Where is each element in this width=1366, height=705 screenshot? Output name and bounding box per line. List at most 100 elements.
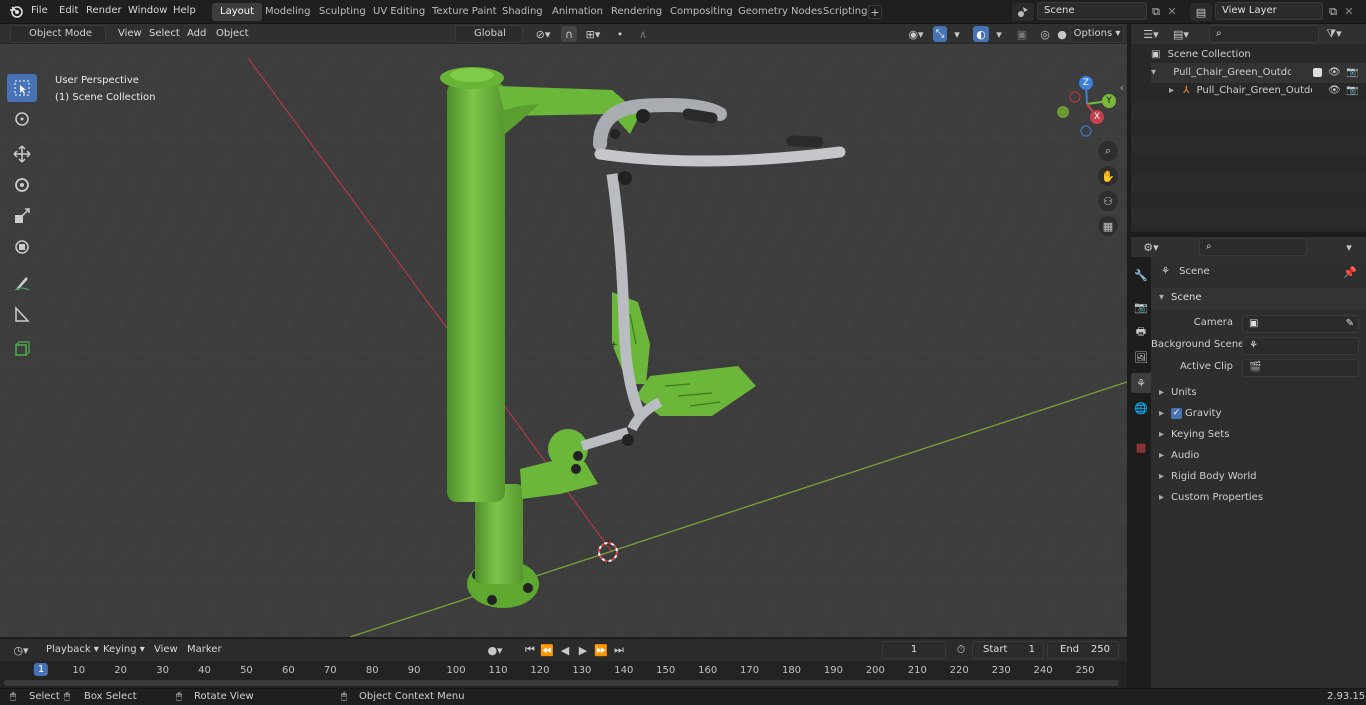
- xray-icon[interactable]: ▣: [1014, 26, 1030, 42]
- falloff-icon[interactable]: ∧: [630, 26, 656, 42]
- tab-modeling[interactable]: Modeling: [257, 3, 319, 21]
- scene-tab-icon[interactable]: ⚘: [1131, 373, 1151, 393]
- properties-options-icon[interactable]: ▾: [1341, 239, 1357, 255]
- view-layer-icon[interactable]: ▤: [1190, 3, 1212, 21]
- copy-view-layer-icon[interactable]: ⧉: [1325, 3, 1341, 20]
- outliner-search-input[interactable]: ⌕: [1209, 25, 1319, 43]
- viewport-menu-add[interactable]: Add: [181, 23, 212, 45]
- scale-tool-icon[interactable]: [7, 202, 37, 230]
- proportional-edit-icon[interactable]: •: [612, 26, 628, 42]
- properties-editor-type-icon[interactable]: ⚙▾: [1139, 239, 1163, 255]
- current-frame-field[interactable]: 1: [882, 641, 946, 659]
- outliner-item-collection[interactable]: ▾ Pull_Chair_Green_Outdoor_Tr 👁 📷: [1151, 63, 1366, 83]
- tab-layout[interactable]: Layout: [212, 3, 262, 21]
- panel-keying-sets[interactable]: ▸ Keying Sets: [1151, 426, 1366, 446]
- visibility-icon[interactable]: ◉▾: [902, 26, 930, 42]
- prev-keyframe-icon[interactable]: ⏪: [539, 642, 555, 658]
- select-box-tool-icon[interactable]: [7, 74, 37, 102]
- exclude-checkbox-icon[interactable]: [1313, 68, 1322, 77]
- pan-hand-icon[interactable]: ✋: [1098, 166, 1118, 186]
- camera-field[interactable]: ▣ ✎: [1242, 315, 1359, 333]
- timeline[interactable]: 1 10 20 30 40 50 60 70 80 90 100 110 120 130 140 150 160…: [0, 661, 1127, 688]
- measure-tool-icon[interactable]: [7, 300, 37, 328]
- play-reverse-icon[interactable]: ◀: [557, 642, 573, 658]
- timeline-editor-type-icon[interactable]: ◷▾: [8, 642, 34, 658]
- tab-uv-editing[interactable]: UV Editing: [365, 3, 433, 21]
- start-frame-field[interactable]: Start 1: [972, 641, 1044, 659]
- panel-gravity[interactable]: ▸ ✓ Gravity: [1151, 405, 1366, 425]
- panel-custom-properties[interactable]: ▸ Custom Properties: [1151, 489, 1366, 509]
- panel-audio[interactable]: ▸ Audio: [1151, 447, 1366, 467]
- tab-animation[interactable]: Animation: [544, 3, 611, 21]
- sidebar-toggle-icon[interactable]: ‹: [1117, 80, 1127, 94]
- panel-rigid-body-world[interactable]: ▸ Rigid Body World: [1151, 468, 1366, 488]
- timeline-menu-marker[interactable]: Marker: [181, 639, 228, 661]
- pin-icon[interactable]: 📌: [1343, 265, 1357, 279]
- menu-render[interactable]: Render: [80, 0, 128, 22]
- 3d-viewport[interactable]: + User Perspective (1) Scene Collection …: [0, 44, 1127, 637]
- perspective-toggle-icon[interactable]: ▦: [1098, 216, 1118, 236]
- gizmo-icon[interactable]: ⤡: [933, 26, 947, 42]
- render-tab-icon[interactable]: 📷: [1133, 299, 1149, 315]
- eye-icon[interactable]: 👁: [1328, 81, 1341, 101]
- mode-dropdown[interactable]: Object Mode: [10, 25, 106, 43]
- cursor-tool-icon[interactable]: [7, 105, 37, 133]
- background-scene-field[interactable]: ⚘: [1242, 337, 1359, 355]
- eye-icon[interactable]: 👁: [1328, 63, 1341, 83]
- output-tab-icon[interactable]: 🖶: [1133, 324, 1149, 340]
- move-tool-icon[interactable]: [7, 140, 37, 168]
- overlay-icon[interactable]: ◐: [973, 26, 989, 42]
- menu-window[interactable]: Window: [122, 0, 173, 22]
- overlay-dropdown-icon[interactable]: ▾: [992, 26, 1006, 42]
- timeline-scrollbar[interactable]: [4, 680, 1119, 686]
- scene-section-header[interactable]: ▾ Scene: [1151, 288, 1366, 310]
- timeline-menu-view[interactable]: View: [148, 639, 184, 661]
- outliner-scene-collection[interactable]: ▣ Scene Collection: [1151, 45, 1251, 65]
- tab-rendering[interactable]: Rendering: [603, 3, 670, 21]
- outliner-item-object[interactable]: ▸ ⅄ Pull_Chair_Green_Outdoc 👁 📷: [1169, 81, 1366, 101]
- stopwatch-icon[interactable]: ⏱: [953, 642, 969, 658]
- zoom-icon[interactable]: ⌕: [1098, 141, 1118, 161]
- tab-compositing[interactable]: Compositing: [662, 3, 741, 21]
- gizmo-x-axis[interactable]: X: [1090, 110, 1104, 124]
- solid-shading-icon[interactable]: ●: [1054, 26, 1070, 42]
- blender-logo-icon[interactable]: [8, 3, 24, 19]
- world-tab-icon[interactable]: 🌐: [1133, 400, 1149, 416]
- active-clip-field[interactable]: 🎬: [1242, 359, 1359, 377]
- view-layer-field[interactable]: View Layer: [1215, 2, 1323, 20]
- add-cube-tool-icon[interactable]: [7, 335, 37, 363]
- outliner-filter-icon[interactable]: ⧩▾: [1321, 26, 1347, 42]
- close-scene-icon[interactable]: ✕: [1164, 3, 1180, 20]
- menu-file[interactable]: File: [25, 0, 54, 22]
- wireframe-shading-icon[interactable]: ◎: [1037, 26, 1053, 42]
- tab-texture-paint[interactable]: Texture Paint: [424, 3, 505, 21]
- snap-icon[interactable]: ∩: [561, 26, 577, 42]
- scene-icon[interactable]: [1012, 3, 1034, 21]
- scene-name-field[interactable]: Scene: [1037, 2, 1147, 20]
- next-keyframe-icon[interactable]: ⏩: [593, 642, 609, 658]
- end-frame-field[interactable]: End 250: [1047, 641, 1119, 659]
- close-view-layer-icon[interactable]: ✕: [1341, 3, 1357, 20]
- transform-orientation-dropdown[interactable]: Global: [455, 25, 523, 43]
- outliner-editor-type-icon[interactable]: ☰▾: [1139, 26, 1163, 42]
- eyedropper-icon[interactable]: ✎: [1346, 316, 1354, 332]
- camera-icon[interactable]: 📷: [1346, 81, 1358, 101]
- timeline-menu-playback[interactable]: Playback ▾: [40, 639, 105, 661]
- viewport-menu-select[interactable]: Select: [143, 23, 186, 45]
- view-layer-tab-icon[interactable]: 🖼: [1133, 349, 1149, 365]
- jump-end-icon[interactable]: ⏭: [611, 642, 627, 658]
- record-icon[interactable]: ●▾: [480, 642, 510, 658]
- gizmo-y-axis[interactable]: Y: [1102, 94, 1116, 108]
- navigation-gizmo[interactable]: Z Y X: [1055, 74, 1119, 138]
- gravity-checkbox[interactable]: ✓: [1171, 408, 1182, 419]
- add-workspace-icon[interactable]: +: [868, 5, 882, 19]
- panel-units[interactable]: ▸ Units: [1151, 384, 1366, 404]
- camera-view-icon[interactable]: ⚇: [1098, 191, 1118, 211]
- transform-tool-icon[interactable]: [7, 233, 37, 261]
- timeline-menu-keying[interactable]: Keying ▾: [97, 639, 151, 661]
- play-icon[interactable]: ▶: [575, 642, 591, 658]
- tab-scripting[interactable]: Scripting: [815, 3, 875, 21]
- menu-help[interactable]: Help: [167, 0, 202, 22]
- tab-shading[interactable]: Shading: [494, 3, 551, 21]
- snap-target-icon[interactable]: ⊞▾: [580, 26, 606, 42]
